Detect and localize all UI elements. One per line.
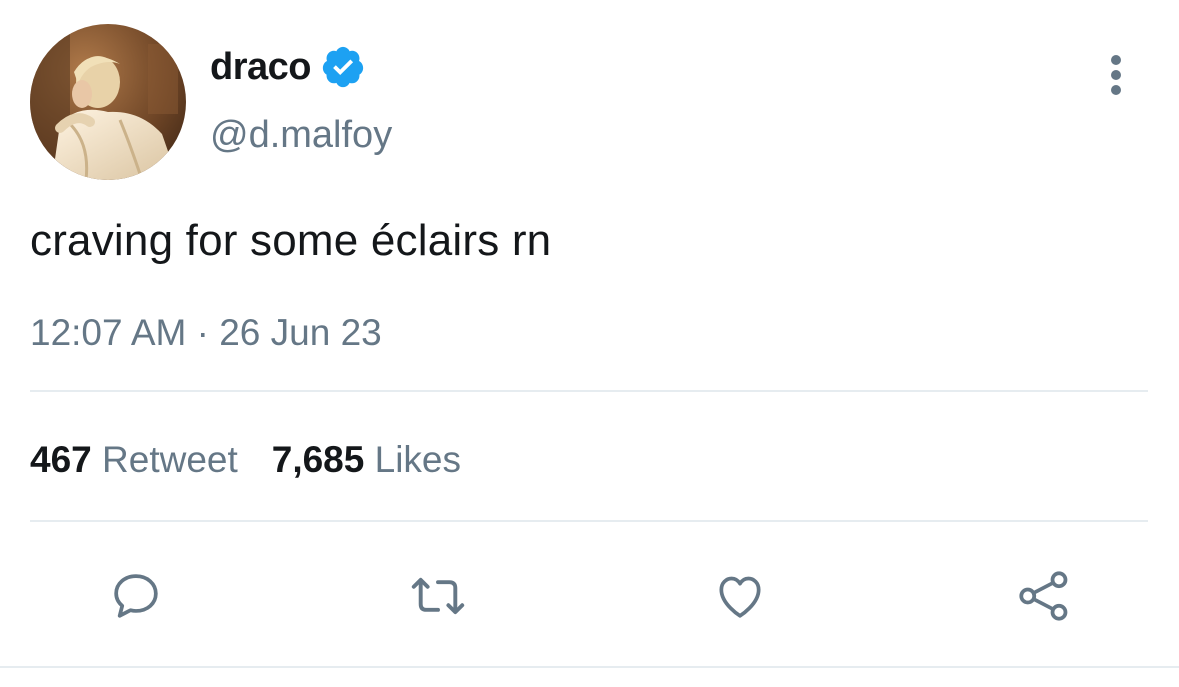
tweet-text: craving for some éclairs rn xyxy=(30,216,552,265)
share-icon xyxy=(1019,571,1068,621)
retweet-button[interactable] xyxy=(408,566,468,626)
share-button[interactable] xyxy=(1014,566,1074,626)
reply-button[interactable] xyxy=(106,566,166,626)
tweet-time: 12:07 AM xyxy=(30,312,187,353)
retweets-label: Retweet xyxy=(102,439,238,480)
tweet-stats: 467 Retweet 7,685 Likes xyxy=(30,437,461,483)
meta-separator: · xyxy=(196,312,209,353)
retweet-icon xyxy=(411,577,465,615)
tweet-date: 26 Jun 23 xyxy=(219,312,382,353)
tweet-timestamp[interactable]: 12:07 AM · 26 Jun 23 xyxy=(30,310,382,356)
heart-icon xyxy=(719,576,761,618)
profile-photo xyxy=(30,24,186,180)
divider xyxy=(30,390,1148,392)
likes-label: Likes xyxy=(374,439,462,480)
display-name[interactable]: draco xyxy=(210,44,311,90)
comment-icon xyxy=(114,574,158,618)
user-handle[interactable]: @d.malfoy xyxy=(210,112,392,158)
retweets-count: 467 xyxy=(30,439,92,480)
avatar[interactable] xyxy=(30,24,186,180)
likes-count: 7,685 xyxy=(271,439,365,480)
divider xyxy=(30,520,1148,522)
verified-badge-icon xyxy=(320,44,366,90)
divider xyxy=(0,666,1179,668)
retweets-stat[interactable]: 467 Retweet xyxy=(30,439,238,480)
more-options-button[interactable] xyxy=(1094,50,1138,100)
more-vertical-icon xyxy=(1111,55,1121,95)
like-button[interactable] xyxy=(710,566,770,626)
likes-stat[interactable]: 7,685 Likes xyxy=(272,439,461,480)
